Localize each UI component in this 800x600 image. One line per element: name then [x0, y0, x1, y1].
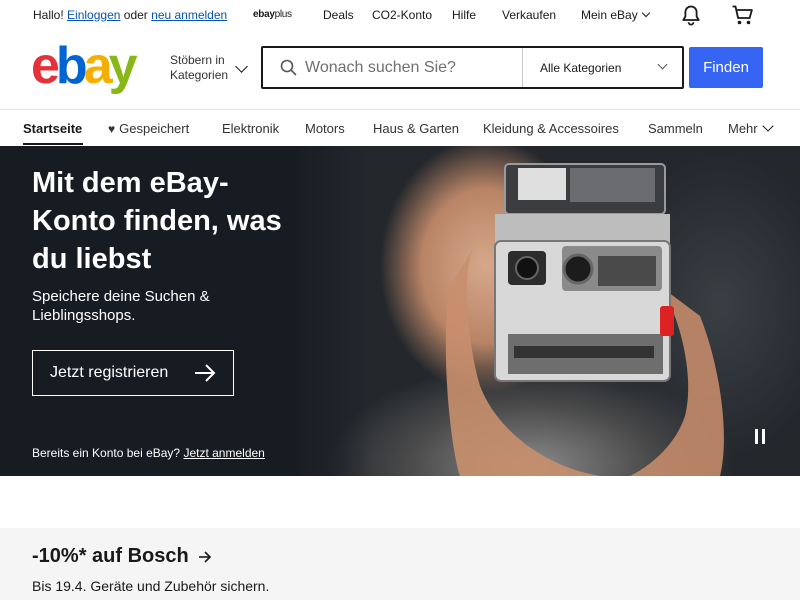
- chevron-down-icon[interactable]: [657, 59, 668, 70]
- tab-home[interactable]: Startseite: [23, 121, 82, 136]
- ebay-plus-link[interactable]: ebayplus: [253, 9, 292, 20]
- search-icon: [280, 59, 297, 81]
- promo-section: -10%* auf Bosch Bis 19.4. Geräte und Zub…: [0, 528, 800, 600]
- logo-letter-b: b: [55, 37, 88, 95]
- hero-subtitle: Speichere deine Suchen & Lieblingsshops.: [32, 288, 210, 324]
- bell-icon[interactable]: [680, 4, 702, 29]
- tab-saved[interactable]: ♥ Gespeichert: [108, 121, 189, 136]
- chevron-down-icon: [761, 120, 774, 132]
- search-divider: [522, 48, 523, 87]
- tab-electronics[interactable]: Elektronik: [222, 121, 279, 136]
- active-tab-indicator: [23, 143, 83, 145]
- hero-title: Mit dem eBay-Konto finden, was du liebst: [32, 167, 282, 275]
- tab-more-label: Mehr: [728, 121, 758, 136]
- header: ebay Stöbern in Kategorien Alle Kategori…: [0, 30, 800, 110]
- search-input[interactable]: [305, 56, 515, 80]
- help-link[interactable]: Hilfe: [452, 8, 476, 22]
- find-button[interactable]: Finden: [689, 47, 763, 88]
- promo-subtitle: Bis 19.4. Geräte und Zubehör sichern.: [32, 578, 270, 594]
- arrow-right-icon: [195, 364, 216, 382]
- category-nav: Startseite ♥ Gespeichert Elektronik Motor…: [0, 110, 800, 146]
- tab-motors[interactable]: Motors: [305, 121, 345, 136]
- ebay-plus-plus: plus: [274, 9, 292, 20]
- or-text: oder: [123, 8, 148, 22]
- hero-login-link[interactable]: Jetzt anmelden: [183, 446, 264, 460]
- arrow-right-icon[interactable]: [197, 550, 213, 564]
- register-button[interactable]: Jetzt registrieren: [32, 350, 234, 396]
- category-select[interactable]: Alle Kategorien: [540, 61, 621, 75]
- hero-login-prompt: Bereits ein Konto bei eBay? Jetzt anmeld…: [32, 446, 265, 460]
- tab-home-garden[interactable]: Haus & Garten: [373, 121, 459, 136]
- browse-categories-button[interactable]: Stöbern in Kategorien: [170, 53, 228, 83]
- tab-more[interactable]: Mehr: [728, 120, 774, 136]
- tab-collectibles[interactable]: Sammeln: [648, 121, 703, 136]
- greeting: Hallo! Einloggen oder neu anmelden: [33, 8, 227, 22]
- top-utility-bar: Hallo! Einloggen oder neu anmelden ebayp…: [0, 0, 800, 30]
- chevron-down-icon[interactable]: [235, 60, 248, 73]
- sell-link[interactable]: Verkaufen: [502, 8, 556, 22]
- logo-letter-a: a: [83, 37, 113, 95]
- heart-icon: ♥: [108, 122, 116, 136]
- my-ebay-label: Mein eBay: [581, 8, 638, 22]
- register-link[interactable]: neu anmelden: [151, 8, 227, 22]
- logo-letter-y: y: [108, 37, 138, 95]
- login-link[interactable]: Einloggen: [67, 8, 120, 22]
- chevron-down-icon: [641, 8, 650, 18]
- browse-line-2: Kategorien: [170, 68, 229, 82]
- search-bar: Alle Kategorien: [261, 46, 684, 89]
- greeting-text: Hallo!: [33, 8, 64, 22]
- deals-link[interactable]: Deals: [323, 8, 354, 22]
- ebay-plus-brand: ebay: [253, 9, 275, 20]
- promo-title[interactable]: -10%* auf Bosch: [32, 545, 189, 568]
- tab-saved-label: Gespeichert: [119, 121, 190, 136]
- hero-banner: Mit dem eBay-Konto finden, was du liebst…: [0, 146, 800, 476]
- co2-konto-link[interactable]: CO2-Konto: [372, 8, 432, 22]
- tab-clothing-accessories[interactable]: Kleidung & Accessoires: [483, 121, 619, 136]
- ebay-logo[interactable]: ebay: [31, 37, 138, 95]
- register-button-label: Jetzt registrieren: [50, 364, 169, 381]
- camera-illustration: [445, 163, 724, 476]
- my-ebay-menu[interactable]: Mein eBay: [581, 8, 650, 22]
- browse-line-1: Stöbern in: [170, 53, 225, 67]
- pause-icon[interactable]: [753, 429, 767, 445]
- login-prompt-text: Bereits ein Konto bei eBay?: [32, 446, 181, 460]
- logo-letter-e: e: [31, 37, 60, 95]
- cart-icon[interactable]: [731, 4, 755, 29]
